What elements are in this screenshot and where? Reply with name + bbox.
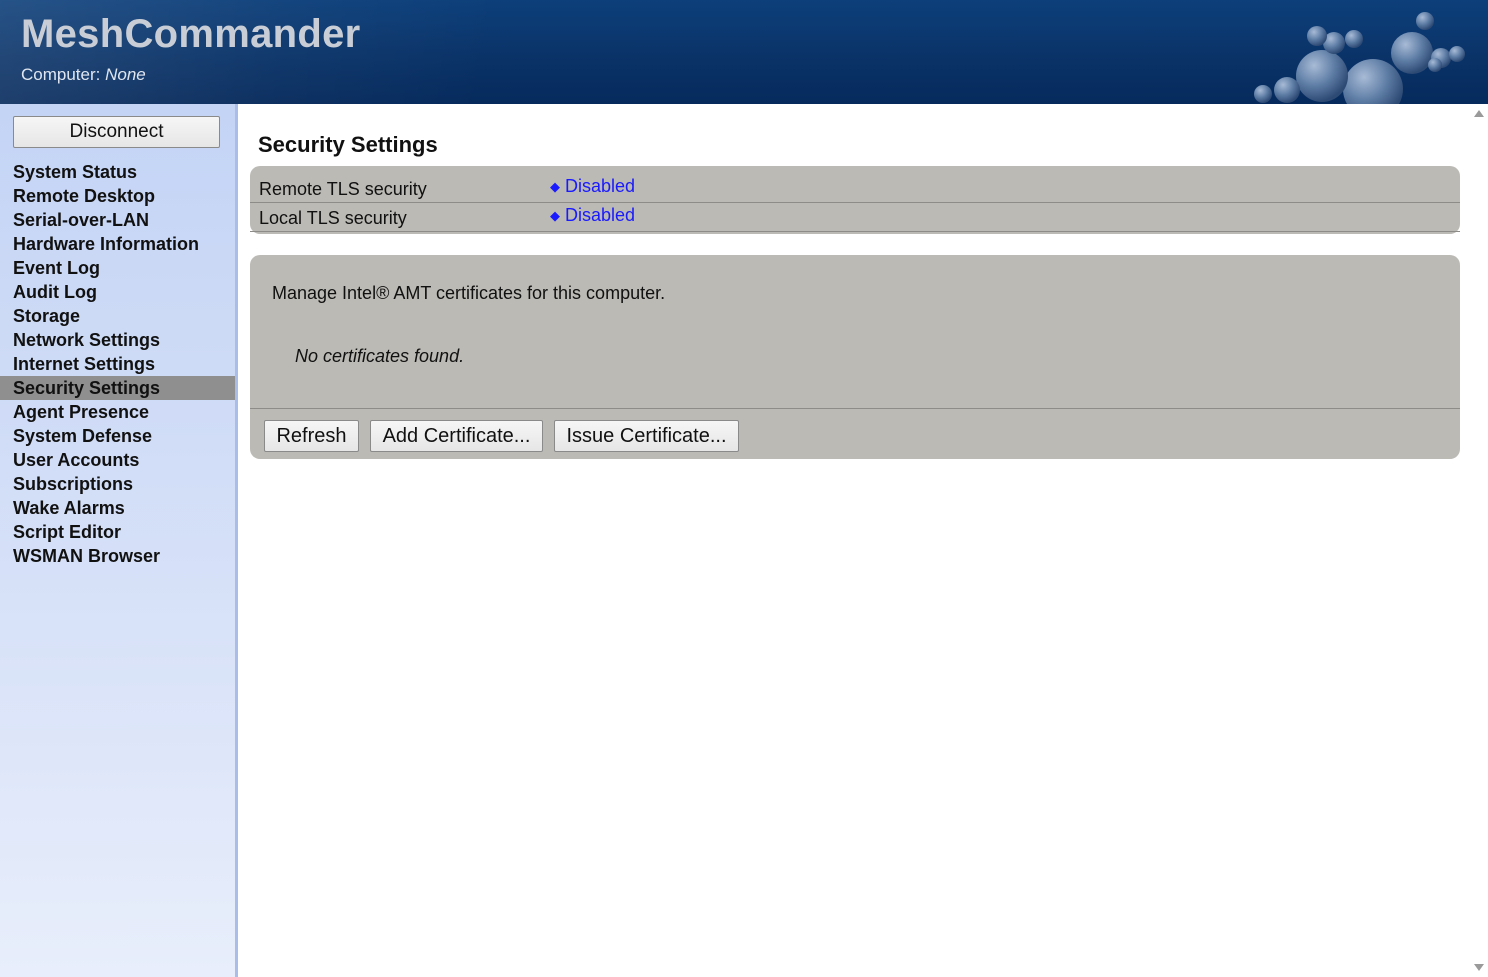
refresh-button[interactable]: Refresh [264, 420, 359, 452]
add-certificate-button[interactable]: Add Certificate... [370, 420, 543, 452]
sidebar-item-script-editor[interactable]: Script Editor [0, 520, 235, 544]
certificates-empty-text: No certificates found. [295, 346, 465, 366]
sidebar-item-serial-over-lan[interactable]: Serial-over-LAN [0, 208, 235, 232]
sidebar-item-remote-desktop[interactable]: Remote Desktop [0, 184, 235, 208]
sidebar-item-system-status[interactable]: System Status [0, 160, 235, 184]
sidebar-item-subscriptions[interactable]: Subscriptions [0, 472, 235, 496]
app-title: MeshCommander [21, 12, 361, 56]
scroll-up-arrow-icon[interactable] [1474, 110, 1484, 117]
sidebar-item-system-defense[interactable]: System Defense [0, 424, 235, 448]
tls-row-label: Local TLS security [259, 208, 407, 228]
page-title: Security Settings [258, 132, 438, 157]
divider [250, 408, 1460, 409]
tls-row-local: Local TLS security ◆ Disabled [250, 203, 1460, 232]
sidebar-item-user-accounts[interactable]: User Accounts [0, 448, 235, 472]
sidebar-item-internet-settings[interactable]: Internet Settings [0, 352, 235, 376]
certificates-description: Manage Intel® AMT certificates for this … [272, 283, 666, 303]
diamond-icon: ◆ [550, 179, 560, 194]
disconnect-button[interactable]: Disconnect [13, 116, 220, 148]
diamond-icon: ◆ [550, 208, 560, 223]
issue-certificate-button[interactable]: Issue Certificate... [554, 420, 739, 452]
tls-row-value[interactable]: Disabled [565, 176, 635, 196]
tls-row-label: Remote TLS security [259, 179, 427, 199]
sidebar-item-security-settings[interactable]: Security Settings [0, 376, 235, 400]
bubbles-logo-icon [1254, 12, 1465, 104]
tls-row-value[interactable]: Disabled [565, 205, 635, 225]
tls-row-remote: Remote TLS security ◆ Disabled [250, 174, 1460, 203]
vertical-scrollbar[interactable] [1470, 104, 1488, 977]
sidebar-item-audit-log[interactable]: Audit Log [0, 280, 235, 304]
computer-line: Computer: None [21, 65, 146, 85]
sidebar: Disconnect System Status Remote Desktop Se… [0, 104, 238, 977]
scroll-down-arrow-icon[interactable] [1474, 964, 1484, 971]
sidebar-nav: System Status Remote Desktop Serial-over-L… [0, 160, 235, 568]
tls-panel: Remote TLS security ◆ Disabled Local TLS … [250, 166, 1460, 234]
sidebar-item-hardware-information[interactable]: Hardware Information [0, 232, 235, 256]
sidebar-item-agent-presence[interactable]: Agent Presence [0, 400, 235, 424]
computer-value: None [105, 65, 146, 84]
sidebar-item-storage[interactable]: Storage [0, 304, 235, 328]
app-header: MeshCommander Computer: None [0, 0, 1488, 104]
main-content: Security Settings Remote TLS security ◆ D… [238, 104, 1470, 977]
sidebar-item-event-log[interactable]: Event Log [0, 256, 235, 280]
sidebar-item-wsman-browser[interactable]: WSMAN Browser [0, 544, 235, 568]
local-tls-value-link[interactable]: ◆ Disabled [550, 205, 635, 226]
sidebar-item-wake-alarms[interactable]: Wake Alarms [0, 496, 235, 520]
certificates-panel: Manage Intel® AMT certificates for this … [250, 255, 1460, 459]
sidebar-item-network-settings[interactable]: Network Settings [0, 328, 235, 352]
remote-tls-value-link[interactable]: ◆ Disabled [550, 176, 635, 197]
computer-label: Computer: [21, 65, 101, 84]
